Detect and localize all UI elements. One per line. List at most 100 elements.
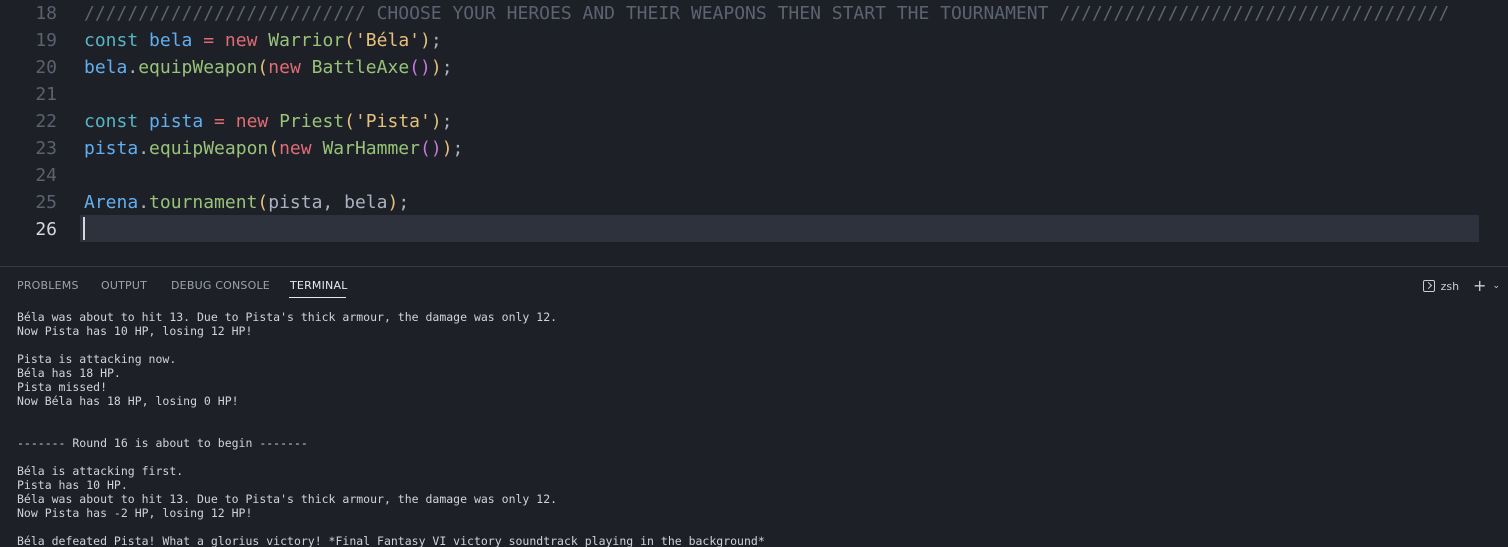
code-token: const bbox=[84, 30, 150, 51]
code-line[interactable]: 23 pista.equipWeapon(new WarHammer()); bbox=[0, 135, 1508, 162]
code-token: tournament bbox=[149, 192, 258, 213]
code-token: ; bbox=[430, 30, 442, 51]
terminal-line: Béla is attacking first. bbox=[17, 464, 184, 478]
code-token: ) bbox=[387, 192, 399, 213]
code-token: ( bbox=[257, 57, 269, 78]
code-token: ( bbox=[268, 138, 280, 159]
code-line[interactable]: 22 const pista = new Priest('Pista'); bbox=[0, 108, 1508, 135]
code-token: = bbox=[203, 111, 236, 132]
code-token: Warrior bbox=[268, 30, 345, 51]
code-text: Arena.tournament(pista, bela); bbox=[84, 189, 409, 216]
code-token: ; bbox=[398, 192, 410, 213]
terminal-line: ------- Round 16 is about to begin -----… bbox=[17, 436, 308, 450]
bottom-panel: PROBLEMS OUTPUT DEBUG CONSOLE TERMINAL z… bbox=[0, 266, 1508, 547]
code-token: ( bbox=[344, 111, 355, 132]
code-token: () bbox=[420, 138, 442, 159]
code-token: new bbox=[268, 57, 312, 78]
code-token: ( bbox=[257, 192, 269, 213]
line-number: 21 bbox=[35, 84, 57, 105]
code-token: new bbox=[224, 30, 269, 51]
code-token: Arena bbox=[84, 192, 139, 213]
code-token: . bbox=[127, 57, 139, 78]
line-number: 25 bbox=[35, 192, 57, 213]
code-token: new bbox=[235, 111, 280, 132]
shell-label[interactable]: zsh bbox=[1441, 280, 1459, 293]
code-line[interactable]: 19 const bela = new Warrior('Béla'); bbox=[0, 27, 1508, 54]
line-number: 20 bbox=[35, 57, 57, 78]
terminal-icon bbox=[1422, 280, 1435, 292]
line-number: 22 bbox=[35, 111, 57, 132]
code-token: = bbox=[192, 30, 225, 51]
code-token: Priest bbox=[279, 111, 345, 132]
code-text: const bela = new Warrior('Béla'); bbox=[84, 27, 442, 54]
terminal-line: Now Pista has -2 HP, losing 12 HP! bbox=[17, 506, 253, 520]
code-text: ////////////////////////// CHOOSE YOUR H… bbox=[84, 0, 1449, 27]
code-line[interactable]: 21 bbox=[0, 81, 1508, 108]
code-token: . bbox=[138, 138, 150, 159]
code-text: const pista = new Priest('Pista'); bbox=[84, 108, 453, 135]
panel-tabs: PROBLEMS OUTPUT DEBUG CONSOLE TERMINAL z… bbox=[0, 267, 1508, 303]
code-token: ) bbox=[430, 111, 442, 132]
code-token: ; bbox=[441, 57, 453, 78]
code-token: ////////////////////////// CHOOSE YOUR H… bbox=[84, 3, 1450, 24]
line-number: 24 bbox=[35, 165, 57, 186]
plus-icon[interactable]: + bbox=[1473, 278, 1486, 294]
terminal-line: Pista has 10 HP. bbox=[17, 478, 128, 492]
code-token: ) bbox=[430, 57, 442, 78]
line-number: 18 bbox=[35, 3, 57, 24]
code-token: pista bbox=[149, 111, 204, 132]
code-token: ( bbox=[344, 30, 355, 51]
line-number: 23 bbox=[35, 138, 57, 159]
code-token: ; bbox=[441, 111, 453, 132]
terminal-line: Béla defeated Pista! What a glorius vict… bbox=[17, 534, 765, 547]
terminal-line: Now Pista has 10 HP, losing 12 HP! bbox=[17, 324, 253, 338]
code-token: equipWeapon bbox=[138, 57, 258, 78]
code-text: bela.equipWeapon(new BattleAxe()); bbox=[84, 54, 453, 81]
code-token: 'Pista' bbox=[354, 111, 431, 132]
terminal-controls: zsh + ⌄ bbox=[1422, 277, 1500, 295]
line-number: 19 bbox=[35, 30, 57, 51]
terminal-line: Pista is attacking now. bbox=[17, 352, 177, 366]
code-token: pista, bela bbox=[268, 192, 388, 213]
code-token: equipWeapon bbox=[149, 138, 269, 159]
code-token: ; bbox=[452, 138, 464, 159]
terminal-line: Béla was about to hit 13. Due to Pista's… bbox=[17, 310, 558, 324]
code-token: () bbox=[409, 57, 431, 78]
terminal-line: Béla was about to hit 13. Due to Pista's… bbox=[17, 492, 558, 506]
code-token: bela bbox=[149, 30, 193, 51]
chevron-down-icon[interactable]: ⌄ bbox=[1492, 278, 1500, 294]
code-token: const bbox=[84, 111, 150, 132]
code-token: 'Béla' bbox=[354, 30, 420, 51]
code-token: ) bbox=[441, 138, 453, 159]
code-token: ) bbox=[420, 30, 431, 51]
code-token: . bbox=[138, 192, 150, 213]
code-token: BattleAxe bbox=[311, 57, 410, 78]
code-token: new bbox=[279, 138, 323, 159]
code-token: WarHammer bbox=[322, 138, 420, 159]
active-tab-indicator bbox=[289, 297, 346, 298]
text-cursor bbox=[83, 217, 85, 240]
code-token: pista bbox=[84, 138, 139, 159]
tab-problems[interactable]: PROBLEMS bbox=[17, 279, 79, 292]
tab-terminal[interactable]: TERMINAL bbox=[290, 279, 348, 292]
code-token: bela bbox=[84, 57, 128, 78]
terminal-line: Béla has 18 HP. bbox=[17, 366, 121, 380]
code-line[interactable]: 26 bbox=[0, 216, 1508, 243]
code-line[interactable]: 18 ////////////////////////// CHOOSE YOUR… bbox=[0, 0, 1508, 27]
tab-debug-console[interactable]: DEBUG CONSOLE bbox=[171, 279, 270, 292]
code-line[interactable]: 25 Arena.tournament(pista, bela); bbox=[0, 189, 1508, 216]
tab-output[interactable]: OUTPUT bbox=[101, 279, 147, 292]
code-editor[interactable]: 18 ////////////////////////// CHOOSE YOUR… bbox=[0, 0, 1508, 266]
terminal-line: Now Béla has 18 HP, losing 0 HP! bbox=[17, 394, 239, 408]
code-text: pista.equipWeapon(new WarHammer()); bbox=[84, 135, 463, 162]
code-line[interactable]: 24 bbox=[0, 162, 1508, 189]
terminal-output[interactable]: Béla was about to hit 13. Due to Pista's… bbox=[17, 310, 1497, 547]
code-line[interactable]: 20 bela.equipWeapon(new BattleAxe()); bbox=[0, 54, 1508, 81]
line-number: 26 bbox=[35, 219, 57, 240]
terminal-line: Pista missed! bbox=[17, 380, 108, 394]
